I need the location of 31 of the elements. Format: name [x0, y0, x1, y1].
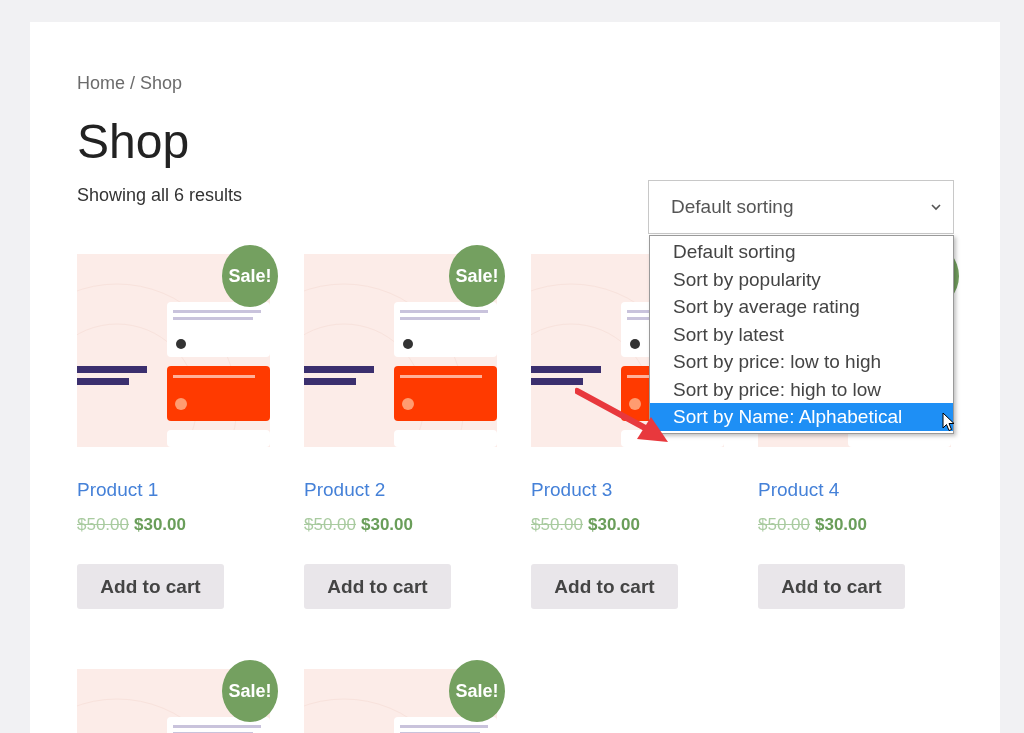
sort-option[interactable]: Default sorting	[650, 238, 953, 266]
product-title[interactable]: Product 3	[531, 479, 613, 501]
sort-option[interactable]: Sort by latest	[650, 320, 953, 348]
sale-price: $30.00	[361, 515, 413, 535]
product-title[interactable]: Product 4	[758, 479, 840, 501]
sale-badge: Sale!	[449, 245, 505, 307]
sale-price: $30.00	[815, 515, 867, 535]
sort-option[interactable]: Sort by popularity	[650, 265, 953, 293]
result-count: Showing all 6 results	[77, 185, 243, 206]
product-title[interactable]: Product 2	[304, 479, 386, 501]
sale-price: $30.00	[588, 515, 640, 535]
page-title: Shop	[77, 114, 191, 170]
product-title[interactable]: Product 1	[77, 479, 159, 501]
add-to-cart-button[interactable]: Add to cart	[304, 564, 451, 609]
sale-badge: Sale!	[222, 245, 278, 307]
sort-option[interactable]: Sort by price: low to high	[650, 348, 953, 376]
sale-badge: Sale!	[222, 660, 278, 722]
add-to-cart-button[interactable]: Add to cart	[758, 564, 905, 609]
sort-option[interactable]: Sort by price: high to low	[650, 375, 953, 403]
sale-badge: Sale!	[449, 660, 505, 722]
chevron-down-icon	[931, 203, 941, 211]
add-to-cart-button[interactable]: Add to cart	[77, 564, 224, 609]
add-to-cart-button[interactable]: Add to cart	[531, 564, 678, 609]
old-price: $50.00	[758, 515, 810, 535]
breadcrumb: Home / Shop	[77, 72, 184, 94]
sort-option[interactable]: Sort by average rating	[650, 293, 953, 321]
sale-price: $30.00	[134, 515, 186, 535]
old-price: $50.00	[304, 515, 356, 535]
old-price: $50.00	[77, 515, 129, 535]
old-price: $50.00	[531, 515, 583, 535]
sort-select[interactable]: Default sorting	[648, 180, 954, 234]
